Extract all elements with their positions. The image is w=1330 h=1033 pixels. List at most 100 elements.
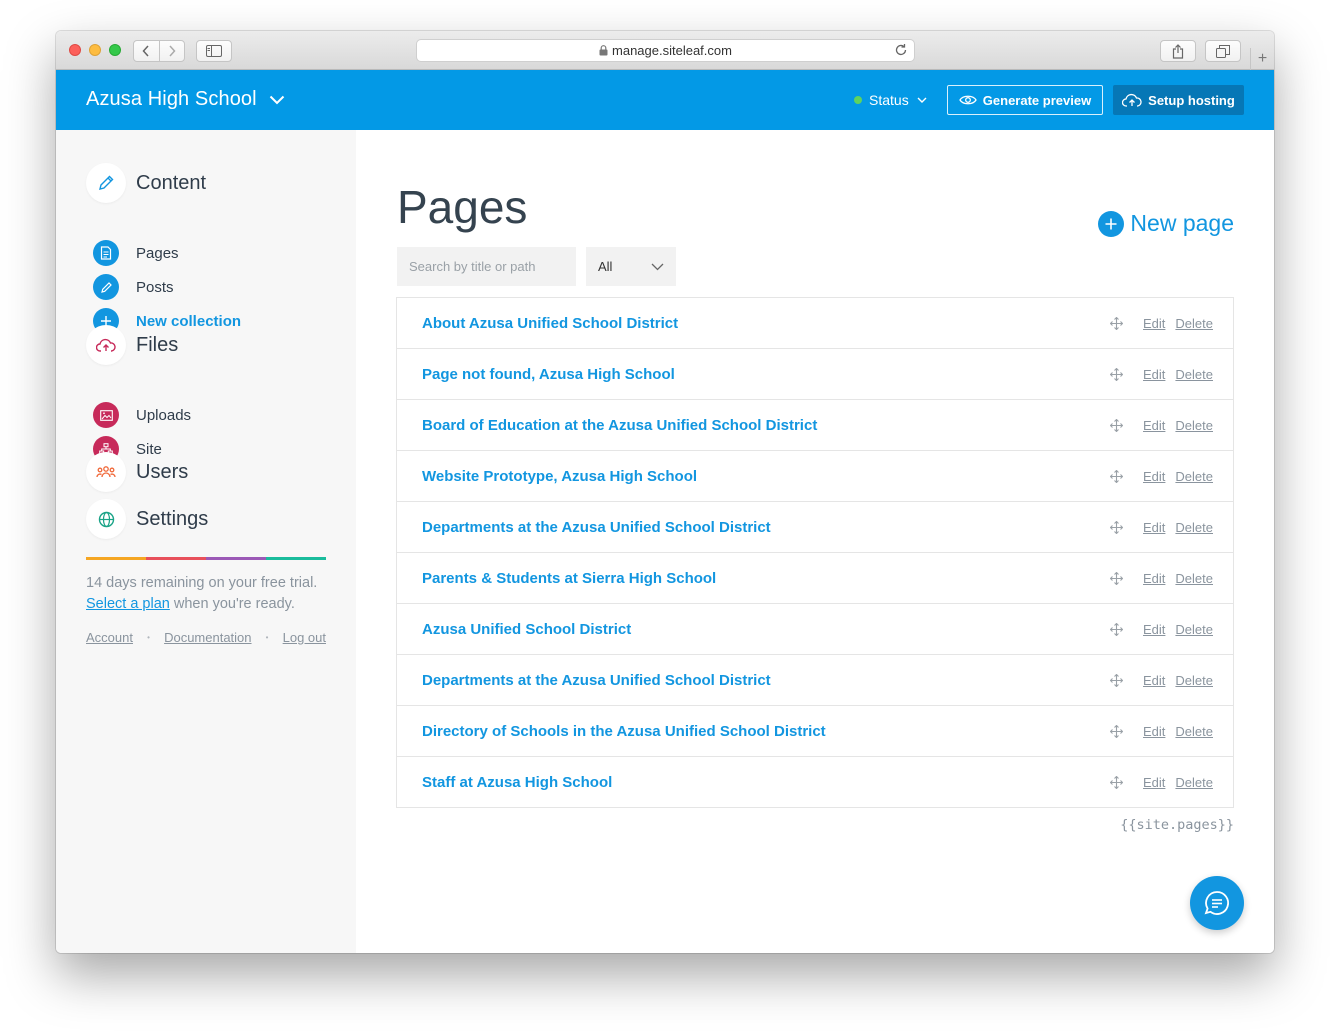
sidebar-item-pages[interactable]: Pages [93,240,179,266]
cloud-upload-icon [1122,93,1142,107]
filter-select[interactable]: All [586,247,676,286]
template-variable: {{site.pages}} [1120,817,1234,833]
new-page-label: New page [1130,210,1234,236]
minimize-window-button[interactable] [89,44,101,56]
edit-link[interactable]: Edit [1143,775,1165,790]
new-page-button[interactable]: New page [1098,210,1234,237]
setup-hosting-label: Setup hosting [1148,92,1235,108]
page-title-link[interactable]: Board of Education at the Azusa Unified … [422,417,1110,434]
status-label: Status [869,92,909,108]
move-handle-icon[interactable] [1110,520,1124,534]
select-plan-link[interactable]: Select a plan [86,596,170,612]
account-link[interactable]: Account [86,630,133,645]
delete-link[interactable]: Delete [1175,520,1213,535]
page-title-link[interactable]: Azusa Unified School District [422,621,1110,638]
share-button[interactable] [1160,40,1196,62]
sidebar-section-files[interactable]: Files [86,325,178,365]
forward-button[interactable] [158,41,185,61]
page-title-link[interactable]: Page not found, Azusa High School [422,366,1110,383]
zoom-window-button[interactable] [109,44,121,56]
delete-link[interactable]: Delete [1175,775,1213,790]
sidebar-item-uploads[interactable]: Uploads [93,402,191,428]
sidebar-footer: Account • Documentation • Log out [86,630,326,645]
trial-text: 14 days remaining on your free trial. [86,575,318,591]
sidebar-toggle-button[interactable] [196,40,232,62]
new-tab-button[interactable]: + [1250,48,1274,70]
setup-hosting-button[interactable]: Setup hosting [1113,85,1244,115]
documentation-link[interactable]: Documentation [164,630,251,645]
table-row: Directory of Schools in the Azusa Unifie… [397,705,1233,756]
sidebar-section-users[interactable]: Users [86,452,188,492]
close-window-button[interactable] [69,44,81,56]
chevron-down-icon [917,97,927,103]
edit-link[interactable]: Edit [1143,367,1165,382]
move-handle-icon[interactable] [1110,622,1124,636]
edit-link[interactable]: Edit [1143,469,1165,484]
search-input[interactable] [397,247,576,286]
edit-link[interactable]: Edit [1143,418,1165,433]
edit-link[interactable]: Edit [1143,571,1165,586]
sidebar-item-label: Uploads [136,406,192,424]
site-switcher[interactable]: Azusa High School [86,88,285,111]
tabs-overview-button[interactable] [1205,40,1241,62]
edit-link[interactable]: Edit [1143,520,1165,535]
separator: • [265,633,269,642]
edit-link[interactable]: Edit [1143,673,1165,688]
chevron-right-icon [169,45,176,57]
edit-link[interactable]: Edit [1143,622,1165,637]
sidebar-section-content[interactable]: Content [86,163,206,203]
chat-icon [1204,891,1229,915]
delete-link[interactable]: Delete [1175,316,1213,331]
move-handle-icon[interactable] [1110,673,1124,687]
chat-button[interactable] [1190,876,1244,930]
sidebar-item-label: Posts [136,278,174,296]
page-title-link[interactable]: Departments at the Azusa Unified School … [422,519,1110,536]
divider [86,557,326,560]
sidebar-section-settings[interactable]: Settings [86,499,208,539]
address-bar[interactable]: manage.siteleaf.com [416,39,915,62]
page-title-link[interactable]: Website Prototype, Azusa High School [422,468,1110,485]
table-row: Staff at Azusa High School Edit Delete [397,756,1233,807]
chevron-down-icon [651,263,664,270]
page-title-link[interactable]: About Azusa Unified School District [422,315,1110,332]
table-row: Departments at the Azusa Unified School … [397,501,1233,552]
url-text: manage.siteleaf.com [612,43,732,58]
delete-link[interactable]: Delete [1175,622,1213,637]
page-title-link[interactable]: Departments at the Azusa Unified School … [422,672,1110,689]
delete-link[interactable]: Delete [1175,418,1213,433]
image-icon [93,402,119,428]
generate-preview-button[interactable]: Generate preview [947,85,1103,115]
delete-link[interactable]: Delete [1175,724,1213,739]
sidebar-item-posts[interactable]: Posts [93,274,174,300]
edit-link[interactable]: Edit [1143,316,1165,331]
page-title: Pages [397,181,528,233]
table-row: Departments at the Azusa Unified School … [397,654,1233,705]
delete-link[interactable]: Delete [1175,673,1213,688]
globe-icon [86,499,126,539]
logout-link[interactable]: Log out [283,630,326,645]
delete-link[interactable]: Delete [1175,367,1213,382]
status-dropdown[interactable]: Status [854,92,927,108]
reload-icon[interactable] [894,43,908,57]
move-handle-icon[interactable] [1110,775,1124,789]
move-handle-icon[interactable] [1110,418,1124,432]
sidebar-icon [206,45,222,57]
page-title-link[interactable]: Parents & Students at Sierra High School [422,570,1110,587]
edit-link[interactable]: Edit [1143,724,1165,739]
delete-link[interactable]: Delete [1175,469,1213,484]
move-handle-icon[interactable] [1110,316,1124,330]
table-row: Page not found, Azusa High School Edit Del… [397,348,1233,399]
page-title-link[interactable]: Staff at Azusa High School [422,774,1110,791]
move-handle-icon[interactable] [1110,367,1124,381]
sidebar-section-title: Settings [136,507,209,530]
back-button[interactable] [134,41,159,61]
page-title-link[interactable]: Directory of Schools in the Azusa Unifie… [422,723,1110,740]
delete-link[interactable]: Delete [1175,571,1213,586]
sidebar-section-title: Users [136,460,189,483]
move-handle-icon[interactable] [1110,469,1124,483]
status-dot-icon [854,96,862,104]
table-row: Board of Education at the Azusa Unified … [397,399,1233,450]
move-handle-icon[interactable] [1110,571,1124,585]
pages-list: About Azusa Unified School District Edit D… [396,297,1234,808]
move-handle-icon[interactable] [1110,724,1124,738]
